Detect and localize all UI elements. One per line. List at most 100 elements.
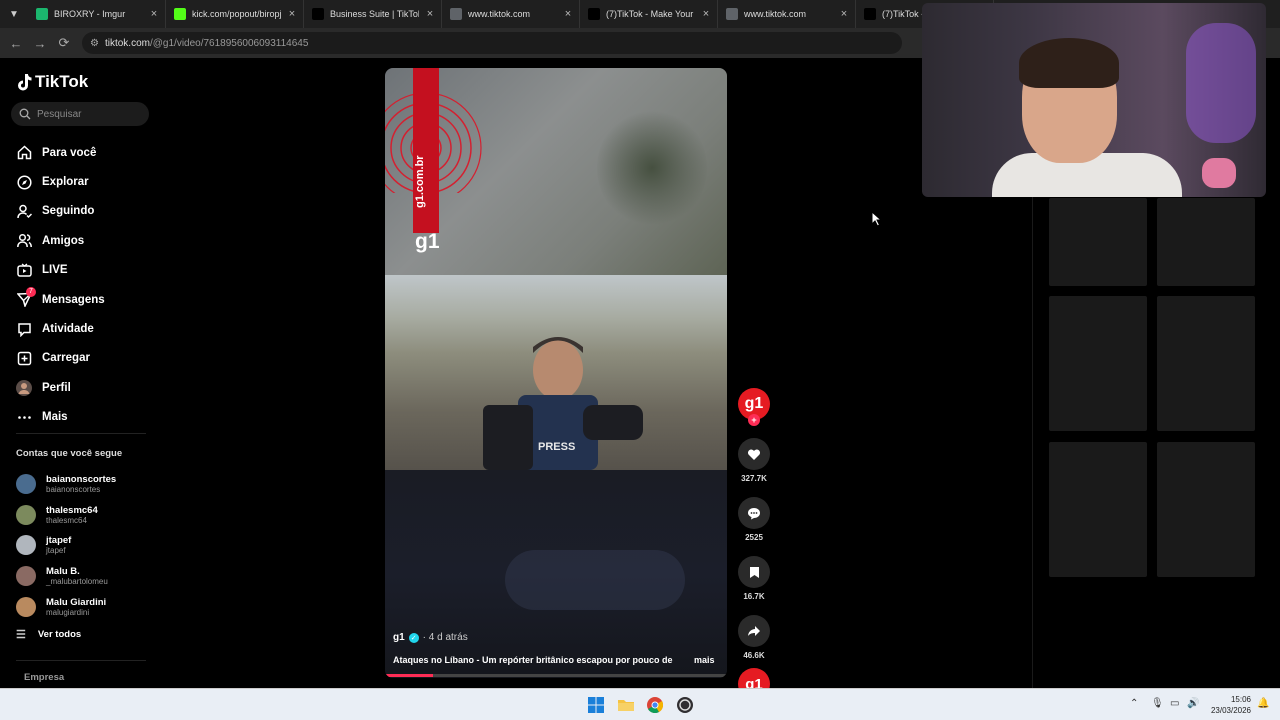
tiktok-logo[interactable]: TikTok [16,72,88,92]
sidebar-item-perfil[interactable]: Perfil [16,373,105,402]
tab-close-icon[interactable]: × [701,8,711,20]
search-input[interactable]: Pesquisar [11,102,149,126]
sidebar-item-live[interactable]: LIVE [16,256,105,285]
following-account[interactable]: thalesmc64 thalesmc64 [16,500,116,531]
following-account[interactable]: Malu Giardini malugiardini [16,591,116,622]
comment-button[interactable] [738,497,770,529]
browser-tab[interactable]: www.tiktok.com × [718,0,856,28]
tab-title: www.tiktok.com [744,9,807,19]
tray-chevron-icon[interactable]: ⌃ [1130,698,1138,709]
sidebar-item-label: Mais [42,411,68,424]
related-video-thumbnail[interactable] [1157,198,1255,286]
obs-icon[interactable] [677,697,693,713]
sidebar-item-label: LIVE [42,264,68,277]
reload-icon[interactable]: ⟳ [54,33,74,53]
blurred-shape [505,550,685,610]
sidebar-item-explorar[interactable]: Explorar [16,167,105,196]
account-handle: thalesmc64 [46,515,87,525]
video-frame-reporter: PRESS [385,275,727,470]
search-placeholder: Pesquisar [37,108,82,120]
browser-tab[interactable]: www.tiktok.com × [442,0,580,28]
following-account[interactable]: baianonscortes baianonscortes [16,469,116,500]
microphone-icon[interactable]: 🎙 [1151,698,1164,709]
account-name: jtapef [46,535,72,547]
sidebar-item-mensagens[interactable]: 7 Mensagens [16,285,105,314]
volume-icon[interactable]: 🔊 [1187,698,1199,709]
sidebar-divider [16,660,146,661]
sidebar-item-carregar[interactable]: Carregar [16,344,105,373]
account-name: Malu Giardini [46,596,107,608]
messages-icon: 7 [16,286,36,308]
see-all-label: Ver todos [37,629,82,640]
tab-close-icon[interactable]: × [287,8,297,20]
site-info-icon[interactable]: ⚙ [90,38,99,49]
file-explorer-icon[interactable] [618,697,634,713]
tab-title: (7)TikTok - Make Your Day [606,9,695,19]
address-bar[interactable]: ⚙ tiktok.com/@g1/video/76189560060931146… [82,32,902,54]
tab-favicon-icon [726,8,738,20]
follow-plus-icon[interactable]: + [748,414,760,426]
sidebar-item-atividade[interactable]: Atividade [16,314,105,343]
system-clock[interactable]: 15:06 23/03/2026 [1205,694,1251,716]
sidebar-divider [16,433,146,434]
windows-start-icon[interactable] [588,697,604,713]
windows-taskbar: ⌃ 🎙 ▭ 🔊 15:06 23/03/2026 🔔 [0,688,1280,720]
sidebar: TikTok Pesquisar Para você Explorar Seguin… [0,58,160,688]
browser-tab[interactable]: Business Suite | TikTok × [304,0,442,28]
notifications-icon[interactable]: 🔔 [1257,698,1269,709]
video-author-row[interactable]: g1 ✓ · 4 d atrás [393,632,468,643]
network-icon[interactable]: ▭ [1170,698,1179,709]
messages-badge: 7 [26,286,36,297]
like-button[interactable] [738,438,770,470]
video-progress-bar[interactable] [385,674,727,677]
related-video-thumbnail[interactable] [1049,296,1147,431]
like-count: 327.7K [741,474,767,483]
verified-icon: ✓ [408,632,419,643]
related-video-thumbnail[interactable] [1157,442,1255,577]
related-video-thumbnail[interactable] [1157,296,1255,431]
right-column-divider [1032,197,1033,689]
browser-tab[interactable]: kick.com/popout/biropj/ × [166,0,304,28]
account-name: thalesmc64 [46,504,98,516]
compass-icon [16,174,32,190]
caption-more-button[interactable]: mais [694,655,715,665]
following-icon [16,203,32,219]
sidebar-item-mais[interactable]: Mais [16,403,105,432]
related-video-thumbnail[interactable] [1049,442,1147,577]
video-actions: g1 + 327.7K 2525 16.7K 46.6K g1 [738,388,770,700]
see-all-button[interactable]: ☰ Ver todos [16,628,81,641]
tab-favicon-icon [588,8,600,20]
author-name[interactable]: g1 [393,632,405,643]
following-account[interactable]: Malu B. _malubartolomeu [16,561,116,592]
forward-icon[interactable]: → [30,33,50,53]
chrome-icon[interactable] [647,697,663,713]
tab-close-icon[interactable]: × [563,8,573,20]
account-avatar [16,566,36,587]
tab-search-icon[interactable]: ▼ [0,0,28,28]
account-avatar [16,596,36,617]
save-button[interactable] [738,556,770,588]
author-avatar[interactable]: g1 + [738,388,770,426]
sidebar-item-seguindo[interactable]: Seguindo [16,197,105,226]
tab-close-icon[interactable]: × [425,8,435,20]
browser-tab[interactable]: (7)TikTok - Make Your Day × [580,0,718,28]
following-account[interactable]: jtapef jtapef [16,530,116,561]
company-link[interactable]: Empresa [24,672,64,683]
watermark-bar: g1.com.br [413,68,439,233]
webcam-purple-light [1186,23,1256,143]
video-player[interactable]: g1.com.br g1 PRESS g1 ✓ · 4 d atrás Ataq… [385,68,727,678]
browser-tab[interactable]: BIROXRY - Imgur × [28,0,166,28]
webcam-overlay [922,3,1266,197]
related-video-thumbnail[interactable] [1049,198,1147,286]
tab-close-icon[interactable]: × [149,8,159,20]
share-button[interactable] [738,615,770,647]
tab-title: Business Suite | TikTok [330,9,419,19]
friends-icon [16,233,32,249]
following-title: Contas que você segue [16,448,123,459]
sidebar-item-amigos[interactable]: Amigos [16,226,105,255]
back-icon[interactable]: ← [6,33,26,53]
sidebar-item-para-voc[interactable]: Para você [16,138,105,167]
list-icon: ☰ [16,629,26,641]
tab-close-icon[interactable]: × [839,8,849,20]
video-caption: Ataques no Líbano - Um repórter britânic… [393,655,673,665]
